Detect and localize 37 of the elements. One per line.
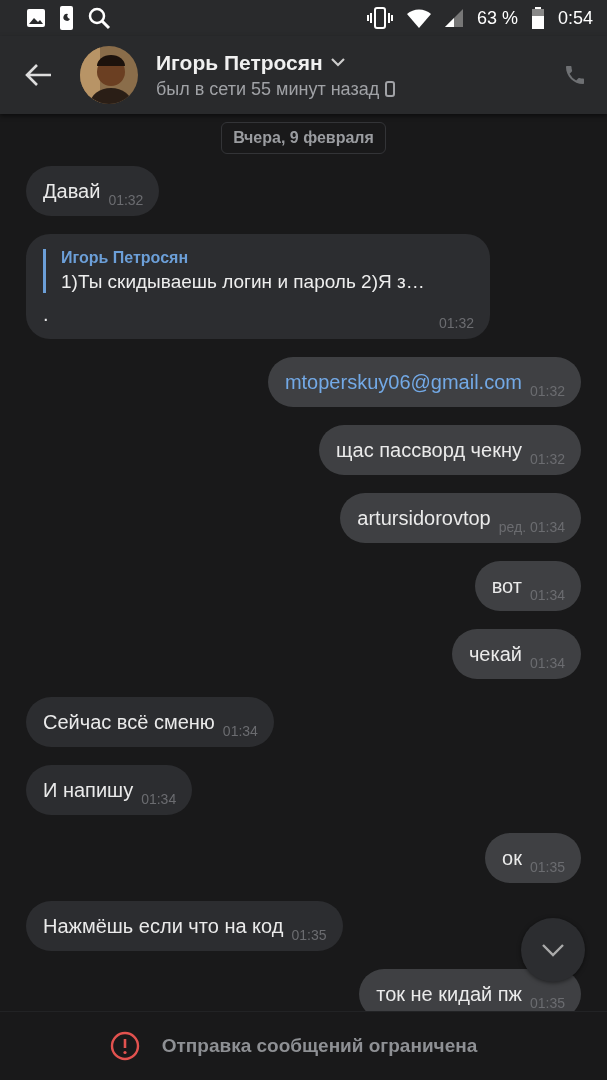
message-time: 01:35 [291,927,327,943]
restriction-notice: Отправка сообщений ограничена [161,1035,478,1057]
message-text: Давай [43,179,101,204]
clock-time: 0:54 [557,7,593,29]
quote-text: 1)Ты скидываешь логин и пароль 2)Я з… [61,271,426,293]
message-time: 01:32 [108,192,144,208]
chevron-down-icon [541,943,565,957]
search-icon [87,6,111,30]
message-text: И напишу [43,778,134,803]
phone-moon-icon [60,6,73,30]
message-text: Сейчас всё сменю [43,710,215,735]
battery-percent: 63 % [476,7,518,29]
vibrate-icon [366,6,393,30]
contact-name[interactable]: Игорь Петросян [156,50,323,75]
signal-icon [444,9,463,27]
quote-author: Игорь Петросян [61,249,190,267]
warning-icon [109,1031,140,1061]
message-time: 01:34 [222,723,258,739]
message-time: 01:34 [141,791,177,807]
phone-icon [385,81,396,97]
message-text: вот [491,574,522,599]
message-time: 01:32 [438,315,474,331]
message-text: ок [502,846,522,871]
email-link[interactable]: mtoperskuy06@gmail.com [284,369,522,395]
wifi-icon [406,8,431,28]
message-text: щас пассворд чекну [336,438,522,463]
chevron-down-icon[interactable] [330,58,345,67]
image-icon [26,8,46,28]
last-seen-status: был в сети 55 минут назад [156,78,380,100]
message-text: Нажмёшь если что на код [43,914,284,939]
message-text: artursidorovtop [357,506,491,531]
call-icon[interactable] [563,63,587,87]
message-text: ток не кидай пж [376,982,522,1007]
back-arrow-icon[interactable] [24,63,52,87]
message-text: чекай [468,642,522,667]
battery-icon [531,7,544,29]
message-text: . [43,302,49,327]
